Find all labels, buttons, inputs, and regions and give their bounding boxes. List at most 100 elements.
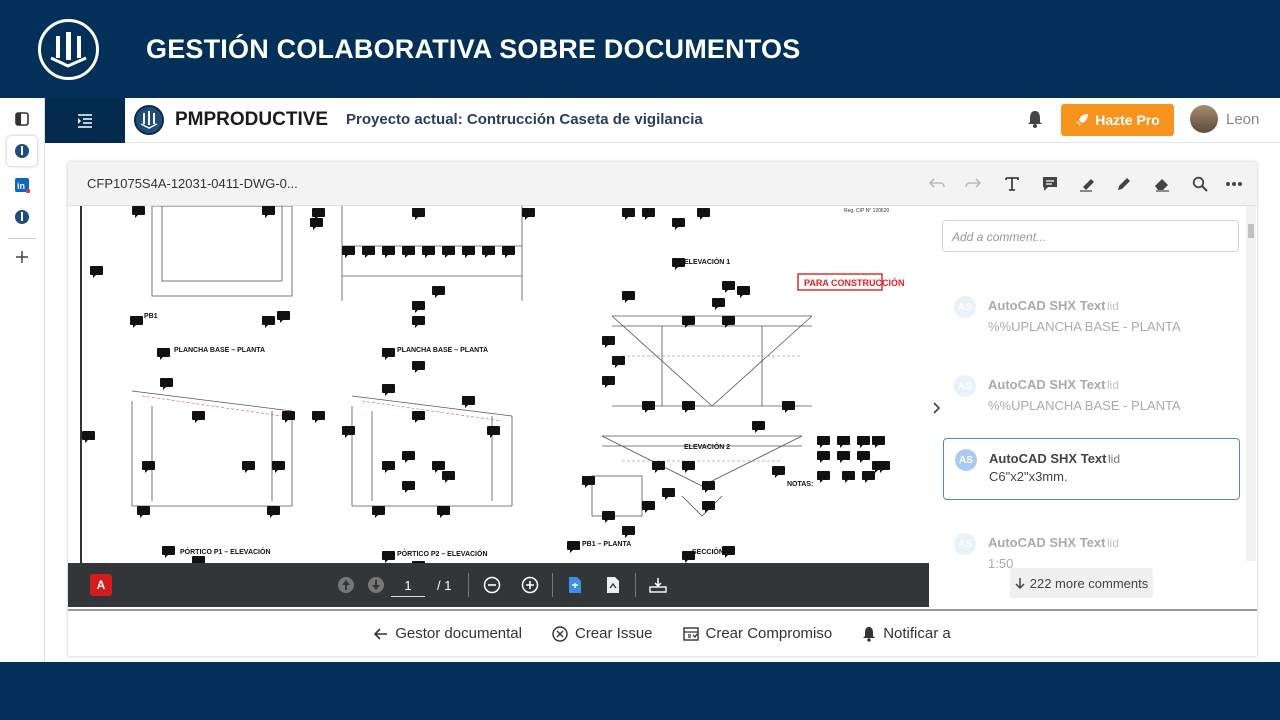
- comment-marker[interactable]: [192, 411, 205, 423]
- comment-marker[interactable]: [437, 506, 450, 518]
- comment-marker[interactable]: [682, 401, 695, 413]
- comment-marker[interactable]: [382, 461, 395, 473]
- comment-item[interactable]: AS AutoCAD SHX Text lid %%UPLANCHA BASE …: [943, 365, 1240, 427]
- comment-marker[interactable]: [462, 396, 475, 408]
- comment-marker[interactable]: [342, 426, 355, 438]
- comment-marker[interactable]: [567, 541, 580, 553]
- comment-marker[interactable]: [487, 426, 500, 438]
- comment-marker[interactable]: [622, 291, 635, 303]
- pmproductive-app-icon[interactable]: [7, 136, 37, 166]
- undo-icon[interactable]: [927, 174, 947, 194]
- comment-marker[interactable]: [522, 208, 535, 220]
- comment-marker[interactable]: [242, 461, 255, 473]
- comment-marker[interactable]: [817, 451, 830, 463]
- linkedin-icon[interactable]: in: [7, 170, 37, 200]
- comment-marker[interactable]: [702, 501, 715, 513]
- eraser-icon[interactable]: [1152, 174, 1172, 194]
- comment-marker[interactable]: [712, 298, 725, 310]
- comment-marker[interactable]: [412, 361, 425, 373]
- next-page-icon[interactable]: [366, 575, 386, 595]
- collapse-panel-chevron-icon[interactable]: [932, 401, 942, 419]
- rotate-page-icon[interactable]: [603, 575, 623, 595]
- comment-marker[interactable]: [772, 466, 785, 478]
- download-icon[interactable]: [648, 575, 668, 595]
- comment-marker[interactable]: [130, 316, 143, 328]
- comment-marker[interactable]: [372, 506, 385, 518]
- comment-marker[interactable]: [342, 246, 355, 258]
- comment-marker[interactable]: [412, 208, 425, 220]
- notificar-button[interactable]: Notificar a: [862, 625, 951, 642]
- comment-marker[interactable]: [422, 246, 435, 258]
- comment-marker[interactable]: [160, 378, 173, 390]
- comment-marker[interactable]: [157, 348, 170, 360]
- crear-issue-button[interactable]: Crear Issue: [552, 625, 653, 642]
- plus-icon[interactable]: [7, 242, 37, 272]
- notifications-bell-icon[interactable]: [1027, 110, 1043, 133]
- comment-item[interactable]: AS AutoCAD SHX Text lid %%UPLANCHA BASE …: [943, 286, 1240, 348]
- comment-marker[interactable]: [842, 471, 855, 483]
- comment-marker[interactable]: [382, 384, 395, 396]
- add-comment-input[interactable]: Add a comment...: [942, 220, 1239, 252]
- menu-toggle-button[interactable]: [45, 98, 125, 143]
- comment-marker[interactable]: [402, 246, 415, 258]
- comment-marker[interactable]: [310, 218, 323, 230]
- comment-marker[interactable]: [137, 506, 150, 518]
- comment-marker[interactable]: [817, 471, 830, 483]
- more-comments-button[interactable]: 222 more comments: [1010, 568, 1153, 598]
- comment-marker[interactable]: [697, 208, 710, 220]
- comment-marker[interactable]: [432, 286, 445, 298]
- comment-marker[interactable]: [702, 481, 715, 493]
- comment-marker[interactable]: [857, 436, 870, 448]
- panel-toggle-icon[interactable]: [7, 104, 37, 134]
- zoom-out-icon[interactable]: [482, 575, 502, 595]
- comments-scrollbar[interactable]: [1246, 206, 1256, 561]
- highlight-icon[interactable]: [1078, 174, 1098, 194]
- comment-marker[interactable]: [382, 551, 395, 563]
- comment-marker[interactable]: [857, 451, 870, 463]
- comment-marker[interactable]: [837, 436, 850, 448]
- comment-marker[interactable]: [722, 281, 735, 293]
- comment-marker[interactable]: [192, 556, 205, 563]
- comment-marker[interactable]: [782, 401, 795, 413]
- comment-marker[interactable]: [132, 206, 145, 218]
- comment-marker[interactable]: [412, 301, 425, 313]
- comment-item-selected[interactable]: AS AutoCAD SHX Text lid C6"x2"x3mm.: [943, 438, 1240, 500]
- comment-marker[interactable]: [262, 206, 275, 218]
- comment-marker[interactable]: [642, 208, 655, 220]
- comment-marker[interactable]: [402, 451, 415, 463]
- comment-marker[interactable]: [837, 451, 850, 463]
- comment-marker[interactable]: [652, 461, 665, 473]
- comment-marker[interactable]: [282, 411, 295, 423]
- comment-marker[interactable]: [412, 316, 425, 328]
- comment-marker[interactable]: [752, 421, 765, 433]
- user-avatar[interactable]: [1190, 105, 1218, 133]
- comment-marker[interactable]: [602, 336, 615, 348]
- crear-compromiso-button[interactable]: Crear Compromiso: [682, 625, 832, 642]
- comment-marker[interactable]: [672, 258, 685, 270]
- comment-marker[interactable]: [402, 481, 415, 493]
- comment-marker[interactable]: [602, 376, 615, 388]
- comment-marker[interactable]: [642, 401, 655, 413]
- comment-marker[interactable]: [382, 348, 395, 360]
- comment-marker[interactable]: [412, 411, 425, 423]
- comment-marker[interactable]: [267, 506, 280, 518]
- comment-marker[interactable]: [502, 246, 515, 258]
- redo-icon[interactable]: [963, 174, 983, 194]
- comment-marker[interactable]: [442, 246, 455, 258]
- comment-marker[interactable]: [612, 356, 625, 368]
- comment-marker[interactable]: [682, 461, 695, 473]
- comment-marker[interactable]: [662, 488, 675, 500]
- search-icon[interactable]: [1190, 174, 1210, 194]
- comment-marker[interactable]: [682, 551, 695, 563]
- comment-marker[interactable]: [582, 476, 595, 488]
- zoom-in-icon[interactable]: [520, 575, 540, 595]
- comment-marker[interactable]: [462, 246, 475, 258]
- comment-marker[interactable]: [872, 436, 885, 448]
- gestor-documental-button[interactable]: Gestor documental: [374, 625, 522, 642]
- comment-marker[interactable]: [82, 431, 95, 443]
- comment-marker[interactable]: [90, 266, 103, 278]
- pen-icon[interactable]: [1114, 174, 1134, 194]
- comment-marker[interactable]: [817, 436, 830, 448]
- fit-page-icon[interactable]: [565, 575, 585, 595]
- comment-marker[interactable]: [642, 501, 655, 513]
